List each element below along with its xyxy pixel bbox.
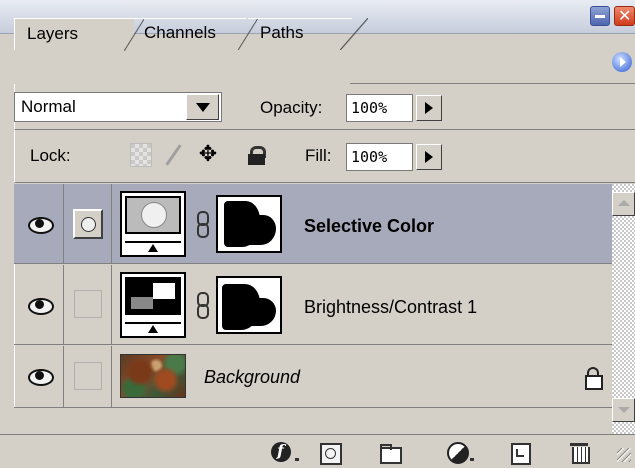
mask-shape	[248, 298, 276, 326]
tab-channels[interactable]: Channels	[132, 18, 258, 50]
new-layer-icon[interactable]	[508, 442, 532, 465]
opacity-slider-icon[interactable]	[416, 95, 442, 121]
add-mask-icon[interactable]	[318, 442, 342, 465]
thumb-triangle	[148, 325, 158, 333]
thumb-triangle	[148, 244, 158, 252]
mask-indicator-icon[interactable]	[73, 209, 103, 239]
fill-input[interactable]: 100%	[346, 143, 413, 171]
lock-label: Lock:	[30, 146, 71, 165]
chevron-down-icon[interactable]	[186, 94, 219, 120]
fill-label: Fill:	[305, 146, 332, 165]
layer-mask-thumbnail[interactable]	[216, 195, 282, 253]
layer-effects-icon[interactable]	[270, 441, 294, 464]
link-cell	[64, 265, 112, 344]
layer-row-background[interactable]: Background	[14, 346, 612, 408]
lock-transparent-icon[interactable]	[130, 143, 152, 167]
close-icon[interactable]	[614, 6, 635, 26]
tab-paths[interactable]: Paths	[248, 18, 368, 50]
link-cell	[64, 346, 112, 407]
tab-layers[interactable]: Layers	[14, 18, 144, 51]
resize-grip-icon[interactable]	[617, 448, 631, 462]
new-adjustment-layer-icon[interactable]	[446, 442, 470, 464]
scroll-down-icon[interactable]	[612, 398, 635, 422]
link-empty-box[interactable]	[74, 290, 102, 318]
adjustment-thumbnail[interactable]	[120, 272, 186, 338]
layer-name[interactable]: Brightness/Contrast 1	[304, 295, 477, 319]
layers-scrollbar[interactable]	[612, 184, 635, 434]
lock-all-icon[interactable]	[246, 143, 268, 167]
adjustment-thumb-frame	[125, 196, 181, 234]
mask-shape	[248, 215, 276, 245]
scroll-up-icon[interactable]	[612, 192, 635, 216]
delete-layer-icon[interactable]	[568, 442, 592, 464]
opacity-label: Opacity:	[260, 98, 323, 117]
opacity-input[interactable]: 100%	[346, 94, 413, 122]
new-group-icon[interactable]	[378, 442, 402, 464]
thumb-bar	[125, 322, 181, 324]
selective-color-icon	[141, 202, 167, 228]
visibility-cell	[14, 265, 64, 344]
background-thumbnail[interactable]	[120, 354, 186, 398]
blend-mode-value: Normal	[21, 97, 76, 116]
visibility-cell	[14, 346, 64, 407]
eye-icon[interactable]	[26, 216, 54, 234]
visibility-cell	[14, 184, 64, 263]
adjustment-thumb-frame	[125, 277, 181, 315]
menu-dot	[295, 458, 299, 461]
layer-row-selective-color[interactable]: Selective Color	[14, 184, 612, 264]
link-empty-box[interactable]	[74, 362, 102, 390]
fill-slider-icon[interactable]	[416, 144, 442, 170]
eye-icon[interactable]	[26, 297, 54, 315]
link-chain-icon[interactable]	[196, 211, 209, 238]
layer-name[interactable]: Selective Color	[304, 214, 434, 238]
panel-menu-icon[interactable]	[612, 52, 632, 72]
adjustment-thumbnail[interactable]	[120, 191, 186, 257]
eye-icon[interactable]	[26, 368, 54, 386]
layer-name[interactable]: Background	[204, 365, 300, 389]
bc-glyph-light	[153, 283, 175, 299]
menu-dot	[470, 458, 474, 461]
link-cell	[64, 184, 112, 263]
lock-image-icon[interactable]	[162, 143, 184, 167]
layer-row-brightness-contrast[interactable]: Brightness/Contrast 1	[14, 265, 612, 345]
lock-position-icon[interactable]: ✥	[197, 143, 219, 167]
minimize-icon[interactable]	[590, 6, 610, 26]
lock-icon	[584, 366, 603, 390]
bc-glyph-gray	[131, 297, 153, 309]
link-chain-icon[interactable]	[196, 292, 209, 319]
layer-mask-thumbnail[interactable]	[216, 276, 282, 334]
thumb-bar	[125, 241, 181, 243]
